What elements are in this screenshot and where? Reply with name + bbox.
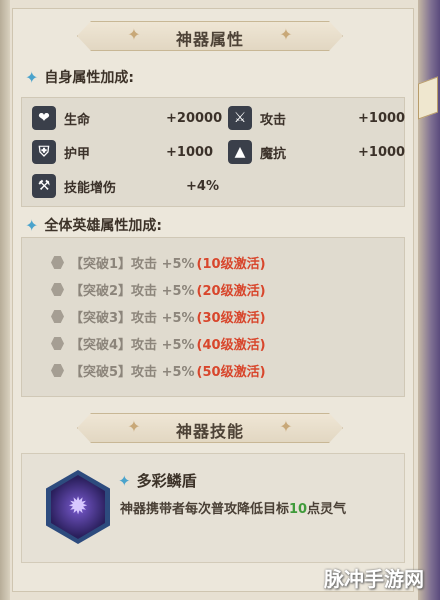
- activation-condition: (10级激活): [196, 257, 266, 272]
- diamond-bullet-icon: ✦: [118, 471, 131, 490]
- stat-row: ❤ 生命 +20000: [32, 106, 222, 130]
- banner-title: 神器技能: [175, 422, 244, 441]
- activation-condition: (30级激活): [196, 311, 266, 326]
- stat-value: +1000: [358, 144, 406, 160]
- hexagon-lock-icon: [51, 364, 64, 377]
- breakthrough-text: 【突破1】攻击 +5%: [70, 257, 195, 272]
- stat-row: ▲ 魔抗 +1000: [228, 140, 406, 164]
- self-bonus-heading: ✦ 自身属性加成:: [25, 67, 134, 87]
- stat-row: ⚒ 技能增伤 +4%: [32, 174, 219, 198]
- stat-value: +20000: [166, 110, 223, 126]
- skill-box: ✹ ✦ 多彩鳞盾 神器携带者每次普攻降低目标10点灵气: [21, 453, 405, 563]
- stat-name: 魔抗: [260, 146, 287, 162]
- rainbow-scale-shield-icon[interactable]: ✹: [46, 470, 110, 544]
- skill-desc-number: 10: [289, 502, 308, 517]
- artifact-skill-banner: ✦ 神器技能 ✦: [77, 413, 343, 443]
- diamond-bullet-icon: ✦: [25, 67, 39, 87]
- breakthrough-row: 【突破5】攻击 +5% (50级激活): [51, 361, 266, 380]
- armor-icon: ⛨: [32, 140, 56, 164]
- breakthrough-text: 【突破5】攻击 +5%: [70, 365, 195, 380]
- wizard-hat-icon: ▲: [228, 140, 252, 164]
- team-bonus-heading: ✦ 全体英雄属性加成:: [25, 215, 162, 235]
- right-edge-strip: [418, 0, 440, 600]
- skill-desc-text: 点灵气: [307, 502, 347, 517]
- breakthrough-row: 【突破3】攻击 +5% (30级激活): [51, 307, 266, 326]
- hexagon-lock-icon: [51, 337, 64, 350]
- breakthrough-text: 【突破3】攻击 +5%: [70, 311, 195, 326]
- sword-icon: ⚔: [228, 106, 252, 130]
- hexagon-lock-icon: [51, 283, 64, 296]
- diamond-bullet-icon: ✦: [25, 215, 39, 235]
- artifact-panel: ✦ 神器属性 ✦ ✦ 自身属性加成: ❤ 生命 +20000 ⚔ 攻击 +100…: [12, 8, 414, 592]
- artifact-attributes-banner: ✦ 神器属性 ✦: [77, 21, 343, 51]
- stat-value: +4%: [186, 178, 219, 194]
- hexagon-lock-icon: [51, 256, 64, 269]
- hammer-icon: ⚒: [32, 174, 56, 198]
- frame-gem: [418, 76, 438, 120]
- breakthrough-text: 【突破4】攻击 +5%: [70, 338, 195, 353]
- stat-name: 护甲: [64, 146, 91, 162]
- stat-name: 生命: [64, 112, 91, 128]
- skill-name-row: ✦ 多彩鳞盾: [118, 470, 197, 491]
- stat-name: 技能增伤: [64, 180, 117, 196]
- stat-value: +1000: [166, 144, 214, 160]
- watermark: 脉冲手游网: [324, 567, 424, 591]
- star-ornament-icon: ✦: [279, 417, 293, 436]
- team-bonus-title: 全体英雄属性加成:: [44, 218, 163, 234]
- hexagon-lock-icon: [51, 310, 64, 323]
- activation-condition: (40级激活): [196, 338, 266, 353]
- banner-title: 神器属性: [175, 30, 244, 49]
- breakthrough-row: 【突破4】攻击 +5% (40级激活): [51, 334, 266, 353]
- self-stats-box: ❤ 生命 +20000 ⚔ 攻击 +1000 ⛨ 护甲 +1000 ▲ 魔抗 +…: [21, 97, 405, 207]
- self-bonus-title: 自身属性加成:: [44, 70, 135, 86]
- breakthrough-row: 【突破1】攻击 +5% (10级激活): [51, 253, 266, 272]
- stat-row: ⛨ 护甲 +1000: [32, 140, 214, 164]
- skill-desc-text: 神器携带者每次普攻降低目标: [120, 502, 290, 517]
- heart-icon: ❤: [32, 106, 56, 130]
- star-ornament-icon: ✦: [279, 25, 293, 44]
- breakthrough-text: 【突破2】攻击 +5%: [70, 284, 195, 299]
- activation-condition: (50级激活): [196, 365, 266, 380]
- breakthrough-row: 【突破2】攻击 +5% (20级激活): [51, 280, 266, 299]
- stat-row: ⚔ 攻击 +1000: [228, 106, 406, 130]
- skill-name: 多彩鳞盾: [136, 472, 197, 490]
- activation-condition: (20级激活): [196, 284, 266, 299]
- stat-value: +1000: [358, 110, 406, 126]
- left-edge-strip: [0, 0, 10, 600]
- stat-name: 攻击: [260, 112, 287, 128]
- skill-description: 神器携带者每次普攻降低目标10点灵气: [120, 498, 346, 517]
